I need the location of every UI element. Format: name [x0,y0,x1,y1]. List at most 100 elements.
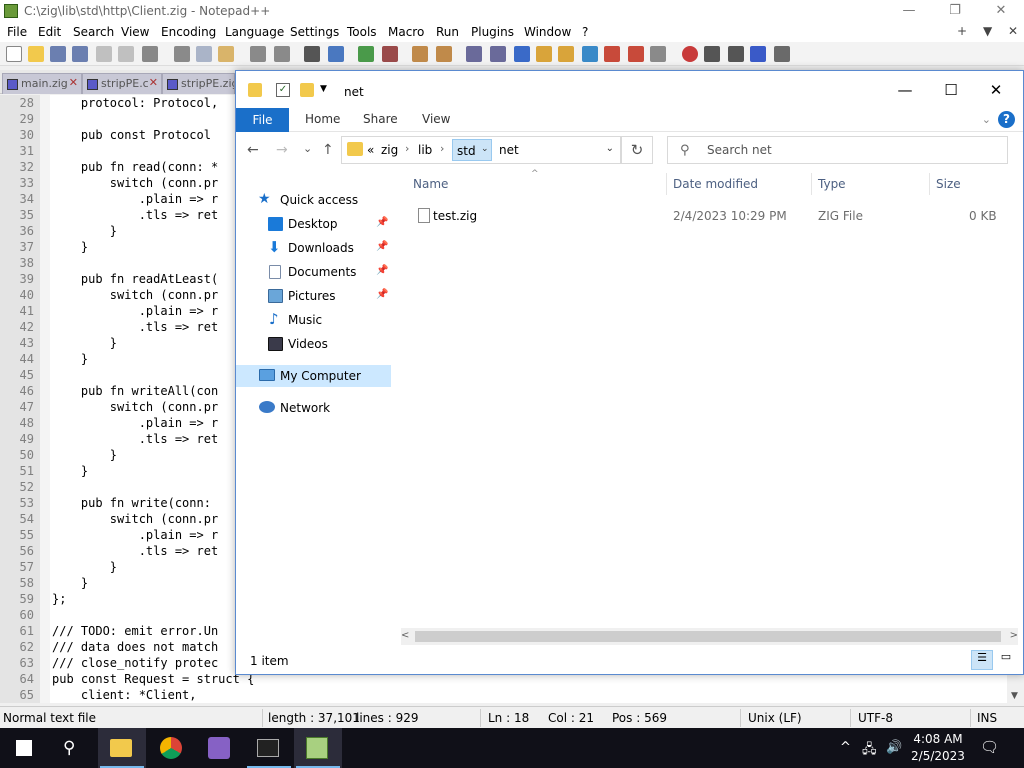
nav-documents[interactable]: Documents 📌 [236,261,391,283]
npp-restore-button[interactable]: ❐ [932,0,978,22]
breadcrumb-separator[interactable]: › [405,142,409,155]
menu-encoding[interactable]: Encoding [161,25,216,39]
npp-new-tab-icon[interactable]: + [957,24,967,38]
notification-center-icon[interactable]: 🗨 [980,738,999,756]
scroll-thumb[interactable] [415,631,1001,642]
volume-icon[interactable]: 🔊 [886,740,902,755]
breadcrumb-std[interactable]: std ⌄ [452,139,492,161]
back-arrow-icon[interactable]: ← [247,142,259,158]
folder-as-workspace-icon[interactable] [604,46,620,62]
details-view-icon[interactable]: ☰ [971,650,993,670]
replace-icon[interactable] [328,46,344,62]
tab-strippe-c[interactable]: stripPE.c ✕ [82,73,162,94]
monitoring-icon[interactable] [628,46,644,62]
redo-icon[interactable] [274,46,290,62]
menu-run[interactable]: Run [436,25,459,39]
up-arrow-icon[interactable]: ↑ [322,142,334,158]
scroll-left-icon[interactable]: < [401,630,409,641]
menu-view[interactable]: View [121,25,149,39]
search-button[interactable]: ⚲ [48,728,96,768]
tab-close-icon[interactable]: ✕ [69,76,78,89]
menu-help[interactable]: ? [582,25,588,39]
close-all-icon[interactable] [118,46,134,62]
column-separator[interactable] [811,173,812,195]
column-separator[interactable] [666,173,667,195]
taskbar-terminal[interactable] [245,728,293,768]
forward-arrow-icon[interactable]: → [276,142,288,158]
explorer-title-bar[interactable]: ✓ ▼ net — ☐ ✕ [236,71,1023,111]
explorer-maximize-button[interactable]: ☐ [936,81,966,99]
expand-ribbon-icon[interactable]: ⌄ [982,113,991,126]
start-button[interactable] [0,728,48,768]
ribbon-tab-view[interactable]: View [422,112,450,126]
tab-main-zig[interactable]: main.zig ✕ [2,73,82,94]
column-separator[interactable] [929,173,930,195]
npp-tab-list-icon[interactable]: ▼ [983,24,992,38]
taskbar-visual-studio[interactable] [196,728,244,768]
menu-tools[interactable]: Tools [347,25,377,39]
menu-language[interactable]: Language [225,25,284,39]
explorer-close-button[interactable]: ✕ [981,81,1011,99]
open-file-icon[interactable] [28,46,44,62]
menu-file[interactable]: File [7,25,27,39]
paste-icon[interactable] [218,46,234,62]
npp-close-button[interactable]: ✕ [978,0,1024,22]
ribbon-tab-share[interactable]: Share [363,112,398,126]
doc-map-icon[interactable] [558,46,574,62]
stop-macro-icon[interactable] [704,46,720,62]
npp-minimize-button[interactable]: — [886,0,932,22]
nav-downloads[interactable]: ⬇ Downloads 📌 [236,237,391,259]
taskbar-file-explorer[interactable] [98,728,146,768]
run-macro-multiple-icon[interactable] [750,46,766,62]
column-header-name[interactable]: Name [413,177,448,191]
address-history-icon[interactable]: ⌄ [606,143,614,154]
close-file-icon[interactable] [96,46,112,62]
zoom-out-icon[interactable] [382,46,398,62]
lang-define-icon[interactable] [536,46,552,62]
large-icons-view-icon[interactable]: ▭ [995,650,1017,670]
tab-strippe-zig[interactable]: stripPE.zig [162,73,235,94]
print-icon[interactable] [142,46,158,62]
breadcrumb-net[interactable]: net [499,143,519,157]
explorer-minimize-button[interactable]: — [890,81,920,99]
show-hidden-icons-icon[interactable]: ^ [840,740,851,755]
play-macro-icon[interactable] [728,46,744,62]
file-list-horizontal-scrollbar[interactable]: < > [401,628,1018,645]
breadcrumb-separator[interactable]: › [440,142,444,155]
sync-horizontal-icon[interactable] [436,46,452,62]
save-macro-icon[interactable] [774,46,790,62]
copy-icon[interactable] [196,46,212,62]
refresh-button[interactable]: ↻ [621,136,653,164]
save-all-icon[interactable] [72,46,88,62]
menu-settings[interactable]: Settings [290,25,339,39]
nav-quick-access[interactable]: ★ Quick access [236,189,391,211]
pin-icon[interactable]: 📌 [376,265,388,276]
pin-icon[interactable]: 📌 [376,289,388,300]
breadcrumb-lib[interactable]: lib [418,143,432,157]
file-row[interactable]: test.zig 2/4/2023 10:29 PM ZIG File 0 KB [401,205,1023,227]
word-wrap-icon[interactable] [466,46,482,62]
chevron-down-icon[interactable]: ⌄ [481,144,489,154]
scroll-down-icon[interactable]: ▼ [1011,691,1018,701]
pin-icon[interactable]: 📌 [376,217,388,228]
breadcrumb-zig[interactable]: zig [381,143,398,157]
taskbar-notepadpp[interactable] [294,728,342,768]
ribbon-tab-home[interactable]: Home [305,112,340,126]
column-header-size[interactable]: Size [936,177,961,191]
nav-my-computer[interactable]: My Computer [236,365,391,387]
menu-edit[interactable]: Edit [38,25,61,39]
nav-desktop[interactable]: Desktop 📌 [236,213,391,235]
menu-search[interactable]: Search [73,25,114,39]
nav-pictures[interactable]: Pictures 📌 [236,285,391,307]
help-icon[interactable]: ? [998,111,1015,128]
tab-close-icon[interactable]: ✕ [149,76,158,89]
breadcrumb-overflow[interactable]: « [367,143,374,157]
new-file-icon[interactable] [6,46,22,62]
function-list-icon[interactable] [582,46,598,62]
pin-icon[interactable]: 📌 [376,241,388,252]
menu-macro[interactable]: Macro [388,25,424,39]
search-box[interactable]: ⚲ Search net [667,136,1008,164]
nav-network[interactable]: Network [236,397,391,419]
find-icon[interactable] [304,46,320,62]
taskbar-chrome[interactable] [148,728,196,768]
